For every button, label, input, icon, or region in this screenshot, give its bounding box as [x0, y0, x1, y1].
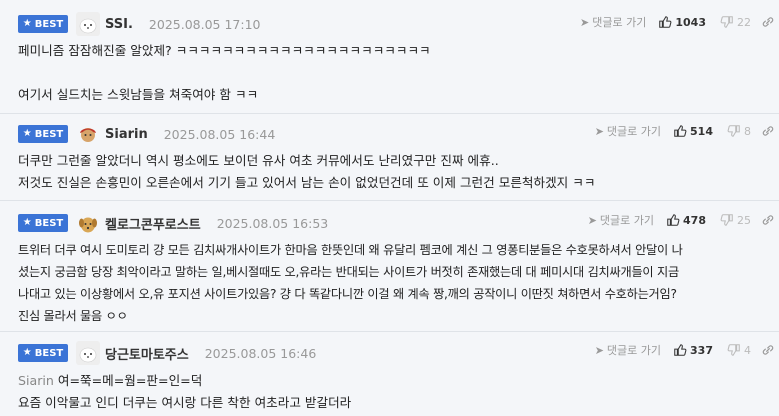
- upvote-count: 1043: [675, 15, 706, 29]
- reply-label: 댓글로 가기: [599, 214, 655, 227]
- best-badge: ★ BEST: [18, 214, 68, 232]
- downvote-button[interactable]: 4: [727, 343, 751, 357]
- reply-label: 댓글로 가기: [606, 344, 662, 357]
- upvote-count: 337: [690, 343, 713, 357]
- timestamp: 2025.08.05 17:10: [148, 16, 261, 32]
- thumbs-up-icon: [659, 16, 672, 28]
- comment-header: ★ BEST Siarin 2025.08.05 16:44: [18, 121, 275, 147]
- badge-label: BEST: [34, 128, 64, 140]
- avatar[interactable]: [76, 211, 100, 235]
- nickname[interactable]: SSI.: [105, 17, 133, 32]
- comment-line: 페미니즘 잠잠해진줄 알았제? ㅋㅋㅋㅋㅋㅋㅋㅋㅋㅋㅋㅋㅋㅋㅋㅋㅋㅋㅋㅋㅋㅋ: [18, 43, 431, 58]
- comment-line: Siarin 여=쭉=메=웜=판=인=덕: [18, 370, 766, 392]
- comment-line: 셨는지 궁금함 당장 최악이라고 말하는 일,베시절때도 오,유라는 반대되는 …: [18, 265, 679, 279]
- comment-header: ★ BEST SSI. 2025.08.05 17:10: [18, 11, 261, 37]
- upvote-button[interactable]: 514: [673, 124, 713, 138]
- timestamp: 2025.08.05 16:44: [163, 126, 276, 142]
- upvote-count: 478: [683, 213, 706, 227]
- nickname[interactable]: 켈로그콘푸로스트: [105, 214, 201, 233]
- send-arrow-icon: ➤: [587, 213, 597, 227]
- thumbs-down-icon: [727, 125, 740, 137]
- downvote-count: 8: [744, 124, 751, 138]
- nickname[interactable]: 당근토마토주스: [105, 344, 189, 363]
- avatar[interactable]: [76, 12, 100, 36]
- mention-tag[interactable]: Siarin: [18, 373, 54, 388]
- reply-label: 댓글로 가기: [592, 16, 647, 29]
- send-arrow-icon: ➤: [594, 343, 604, 357]
- comment-line: 요즘 이악물고 인디 더쿠는 여시랑 다른 착한 여초라고 받갈더라: [18, 395, 352, 410]
- downvote-button[interactable]: 22: [720, 15, 751, 29]
- downvote-count: 25: [737, 213, 751, 227]
- nickname[interactable]: Siarin: [105, 127, 148, 142]
- reply-label: 댓글로 가기: [606, 125, 662, 138]
- comment-line: 더쿠만 그런줄 알았더니 역시 평소에도 보이던 유사 여초 커뮤에서도 난리였…: [18, 153, 499, 168]
- timestamp: 2025.08.05 16:53: [216, 215, 329, 231]
- star-icon: ★: [22, 217, 32, 228]
- star-icon: ★: [22, 347, 32, 358]
- comment-actions: ➤ 댓글로 가기 514 8: [595, 118, 775, 144]
- comment-line: 여기서 실드치는 스윗남들을 쳐죽여야 함 ㅋㅋ: [18, 87, 259, 102]
- comment-4: ★ BEST 당근토마토주스 2025.08.05 16:46 ➤ 댓글로 가기 3…: [0, 332, 779, 416]
- comment-1: ★ BEST SSI. 2025.08.05 17:10 ➤ 댓글로 가기 1043…: [0, 0, 779, 113]
- thumbs-up-icon: [674, 125, 687, 137]
- comment-header: ★ BEST 켈로그콘푸로스트 2025.08.05 16:53: [18, 210, 328, 236]
- badge-label: BEST: [34, 18, 64, 30]
- go-to-reply-button[interactable]: ➤ 댓글로 가기: [588, 212, 654, 228]
- link-icon[interactable]: [761, 15, 775, 29]
- comment-3: ★ BEST 켈로그콘푸로스트 2025.08.05 16:53 ➤ 댓글로 가기 …: [0, 201, 779, 331]
- comment-actions: ➤ 댓글로 가기 1043 22: [580, 9, 775, 35]
- downvote-count: 4: [744, 343, 751, 357]
- comment-body: Siarin 여=쭉=메=웜=판=인=덕 요즘 이악물고 인디 더쿠는 여시랑 다…: [18, 370, 766, 414]
- link-icon[interactable]: [761, 343, 775, 357]
- link-icon[interactable]: [761, 213, 775, 227]
- comment-body: 트위터 더쿠 여시 도미토리 걍 모든 김치싸개사이트가 한마음 한뜻인데 왜 …: [18, 239, 766, 327]
- comment-2: ★ BEST Siarin 2025.08.05 16:44 ➤ 댓글로 가기 51…: [0, 114, 779, 200]
- star-icon: ★: [22, 128, 32, 139]
- comment-line: 진심 몰라서 물음 ㅇㅇ: [18, 309, 128, 323]
- go-to-reply-button[interactable]: ➤ 댓글로 가기: [580, 14, 646, 30]
- thumbs-down-icon: [720, 16, 733, 28]
- send-arrow-icon: ➤: [594, 124, 604, 138]
- avatar[interactable]: [76, 122, 100, 146]
- go-to-reply-button[interactable]: ➤ 댓글로 가기: [595, 123, 661, 139]
- upvote-count: 514: [690, 124, 713, 138]
- badge-label: BEST: [34, 217, 64, 229]
- comment-line: 나대고 있는 이상황에서 오,유 포지션 사이트가있음? 걍 다 똑같다니깐 이…: [18, 287, 677, 301]
- upvote-button[interactable]: 1043: [658, 15, 706, 29]
- thumbs-up-icon: [674, 344, 687, 356]
- comment-line: 트위터 더쿠 여시 도미토리 걍 모든 김치싸개사이트가 한마음 한뜻인데 왜 …: [18, 243, 683, 257]
- send-arrow-icon: ➤: [580, 15, 590, 29]
- downvote-button[interactable]: 25: [720, 213, 751, 227]
- comment-actions: ➤ 댓글로 가기 337 4: [595, 337, 775, 363]
- thumbs-up-icon: [667, 214, 680, 226]
- downvote-button[interactable]: 8: [727, 124, 751, 138]
- go-to-reply-button[interactable]: ➤ 댓글로 가기: [595, 342, 661, 358]
- comment-actions: ➤ 댓글로 가기 478 25: [588, 207, 775, 233]
- comment-body: 페미니즘 잠잠해진줄 알았제? ㅋㅋㅋㅋㅋㅋㅋㅋㅋㅋㅋㅋㅋㅋㅋㅋㅋㅋㅋㅋㅋㅋ 여…: [18, 40, 766, 106]
- link-icon[interactable]: [761, 124, 775, 138]
- thumbs-down-icon: [720, 214, 733, 226]
- upvote-button[interactable]: 478: [666, 213, 706, 227]
- comment-line: [18, 62, 766, 84]
- best-badge: ★ BEST: [18, 344, 68, 362]
- comment-text: 여=쭉=메=웜=판=인=덕: [57, 373, 203, 388]
- avatar[interactable]: [76, 341, 100, 365]
- comment-header: ★ BEST 당근토마토주스 2025.08.05 16:46: [18, 340, 316, 366]
- timestamp: 2025.08.05 16:46: [204, 345, 317, 361]
- star-icon: ★: [22, 18, 32, 29]
- comment-line: 저것도 진실은 손흥민이 오른손에서 기기 들고 있어서 남는 손이 없었던건데…: [18, 175, 596, 190]
- comment-body: 더쿠만 그런줄 알았더니 역시 평소에도 보이던 유사 여초 커뮤에서도 난리였…: [18, 150, 766, 194]
- best-badge: ★ BEST: [18, 15, 68, 33]
- best-badge: ★ BEST: [18, 125, 68, 143]
- badge-label: BEST: [34, 347, 64, 359]
- upvote-button[interactable]: 337: [673, 343, 713, 357]
- thumbs-down-icon: [727, 344, 740, 356]
- downvote-count: 22: [737, 15, 751, 29]
